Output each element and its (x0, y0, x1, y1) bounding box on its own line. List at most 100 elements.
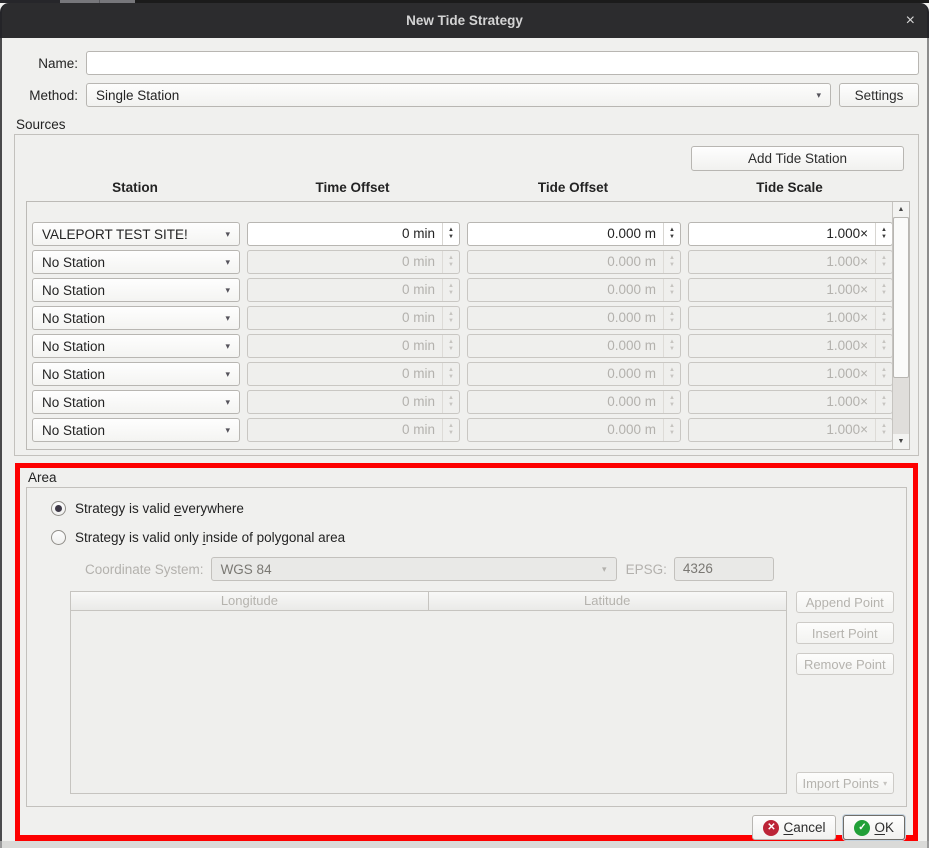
coordinate-system-row: Coordinate System: WGS 84 ▾ EPSG: 4326 (85, 557, 894, 581)
radio-polygon-label: Strategy is valid only inside of polygon… (75, 530, 345, 545)
station-select[interactable]: No Station ▾ (32, 306, 240, 330)
station-select[interactable]: No Station ▾ (32, 418, 240, 442)
spin-up-icon: ▲ (448, 311, 454, 318)
tide-scale-spinner: 1.000× ▲▼ (688, 390, 893, 414)
sources-section-label: Sources (16, 117, 919, 132)
tide-offset-spinner[interactable]: 0.000 m ▲▼ (467, 222, 681, 246)
scrollbar-track[interactable] (893, 217, 909, 434)
tide-source-row: No Station ▾ 0 min ▲▼ 0.000 m ▲▼ 1.000× … (32, 306, 909, 330)
spin-up-icon: ▲ (448, 339, 454, 346)
sources-scroll-area: VALEPORT TEST SITE! ▾ 0 min ▲▼ 0.000 m ▲… (26, 201, 910, 450)
tide-scale-spinner: 1.000× ▲▼ (688, 278, 893, 302)
station-select[interactable]: No Station ▾ (32, 362, 240, 386)
vertical-scrollbar[interactable]: ▲ ▼ (892, 202, 909, 449)
spin-up-icon[interactable]: ▲ (669, 227, 675, 234)
scroll-down-button[interactable]: ▼ (893, 434, 909, 449)
scroll-up-button[interactable]: ▲ (893, 202, 909, 217)
spin-up-icon: ▲ (881, 311, 887, 318)
append-point-button: Append Point (796, 591, 894, 613)
tide-source-row: No Station ▾ 0 min ▲▼ 0.000 m ▲▼ 1.000× … (32, 418, 909, 442)
spin-up-icon: ▲ (448, 395, 454, 402)
chevron-down-icon: ▾ (219, 341, 230, 352)
coordinate-system-value: WGS 84 (221, 562, 272, 577)
name-input[interactable] (86, 51, 919, 75)
spin-up-icon[interactable]: ▲ (881, 227, 887, 234)
station-value: No Station (42, 283, 105, 298)
station-select[interactable]: No Station ▾ (32, 250, 240, 274)
time-offset-spinner: 0 min ▲▼ (247, 306, 460, 330)
tide-offset-spinner: 0.000 m ▲▼ (467, 334, 681, 358)
coordinate-system-label: Coordinate System: (85, 562, 204, 577)
tide-offset-spinner: 0.000 m ▲▼ (467, 250, 681, 274)
spin-up-icon[interactable]: ▲ (448, 227, 454, 234)
column-header-tide-scale: Tide Scale (687, 180, 892, 195)
time-offset-spinner[interactable]: 0 min ▲▼ (247, 222, 460, 246)
station-value: VALEPORT TEST SITE! (42, 227, 188, 242)
spin-up-icon: ▲ (669, 255, 675, 262)
ok-button[interactable]: ✓ OK (843, 815, 905, 840)
method-label: Method: (14, 88, 78, 103)
spin-down-icon: ▼ (669, 262, 675, 269)
spin-up-icon: ▲ (448, 423, 454, 430)
tide-scale-spinner: 1.000× ▲▼ (688, 362, 893, 386)
tide-scale-spinner: 1.000× ▲▼ (688, 250, 893, 274)
close-icon[interactable]: × (906, 13, 915, 29)
scroll-down-icon: ▼ (898, 438, 905, 445)
chevron-down-icon: ▾ (219, 397, 230, 408)
station-select[interactable]: VALEPORT TEST SITE! ▾ (32, 222, 240, 246)
ok-label: OK (874, 820, 894, 835)
coordinate-system-select: WGS 84 ▾ (211, 557, 617, 581)
spin-down-icon[interactable]: ▼ (881, 234, 887, 241)
radio-valid-everywhere[interactable]: Strategy is valid everywhere (51, 501, 894, 516)
spin-up-icon: ▲ (448, 367, 454, 374)
points-buttons-column: Append Point Insert Point Remove Point I… (796, 591, 894, 799)
spin-up-icon: ▲ (448, 255, 454, 262)
tide-scale-spinner[interactable]: 1.000× ▲▼ (688, 222, 893, 246)
chevron-down-icon: ▾ (219, 257, 230, 268)
chevron-down-icon: ▾ (219, 229, 230, 240)
spin-down-icon[interactable]: ▼ (669, 234, 675, 241)
cancel-button[interactable]: ✕ Cancel (752, 815, 836, 840)
method-select[interactable]: Single Station ▾ (86, 83, 831, 107)
spin-down-icon: ▼ (448, 374, 454, 381)
column-header-time-offset: Time Offset (246, 180, 459, 195)
titlebar[interactable]: New Tide Strategy × (0, 3, 929, 38)
tide-offset-spinner: 0.000 m ▲▼ (467, 418, 681, 442)
spin-down-icon: ▼ (669, 374, 675, 381)
spin-down-icon[interactable]: ▼ (448, 234, 454, 241)
tide-source-row: No Station ▾ 0 min ▲▼ 0.000 m ▲▼ 1.000× … (32, 362, 909, 386)
time-offset-spinner: 0 min ▲▼ (247, 390, 460, 414)
spin-down-icon: ▼ (669, 346, 675, 353)
spin-down-icon: ▼ (881, 262, 887, 269)
spin-down-icon: ▼ (881, 374, 887, 381)
station-select[interactable]: No Station ▾ (32, 278, 240, 302)
spin-down-icon: ▼ (448, 290, 454, 297)
spin-down-icon: ▼ (448, 262, 454, 269)
station-select[interactable]: No Station ▾ (32, 334, 240, 358)
sources-groupbox: Add Tide Station Station Time Offset Tid… (14, 134, 919, 456)
spin-up-icon: ▲ (881, 367, 887, 374)
spin-up-icon: ▲ (881, 255, 887, 262)
station-select[interactable]: No Station ▾ (32, 390, 240, 414)
radio-everywhere-label: Strategy is valid everywhere (75, 501, 244, 516)
epsg-field: 4326 (674, 557, 774, 581)
scrollbar-thumb[interactable] (893, 217, 909, 378)
station-value: No Station (42, 423, 105, 438)
radio-valid-polygon[interactable]: Strategy is valid only inside of polygon… (51, 530, 894, 545)
cancel-label: Cancel (783, 820, 825, 835)
tide-source-row: No Station ▾ 0 min ▲▼ 0.000 m ▲▼ 1.000× … (32, 278, 909, 302)
cancel-x-icon: ✕ (763, 820, 779, 836)
spin-down-icon: ▼ (881, 402, 887, 409)
radio-button-icon[interactable] (51, 530, 66, 545)
import-points-button: Import Points▾ (796, 772, 894, 794)
ok-check-icon: ✓ (854, 820, 870, 836)
add-tide-station-button[interactable]: Add Tide Station (691, 146, 904, 171)
settings-button[interactable]: Settings (839, 83, 919, 107)
spin-down-icon: ▼ (448, 346, 454, 353)
chevron-down-icon: ▾ (219, 425, 230, 436)
tide-source-row: No Station ▾ 0 min ▲▼ 0.000 m ▲▼ 1.000× … (32, 250, 909, 274)
radio-button-icon[interactable] (51, 501, 66, 516)
spin-down-icon: ▼ (881, 290, 887, 297)
time-offset-spinner: 0 min ▲▼ (247, 334, 460, 358)
station-value: No Station (42, 255, 105, 270)
